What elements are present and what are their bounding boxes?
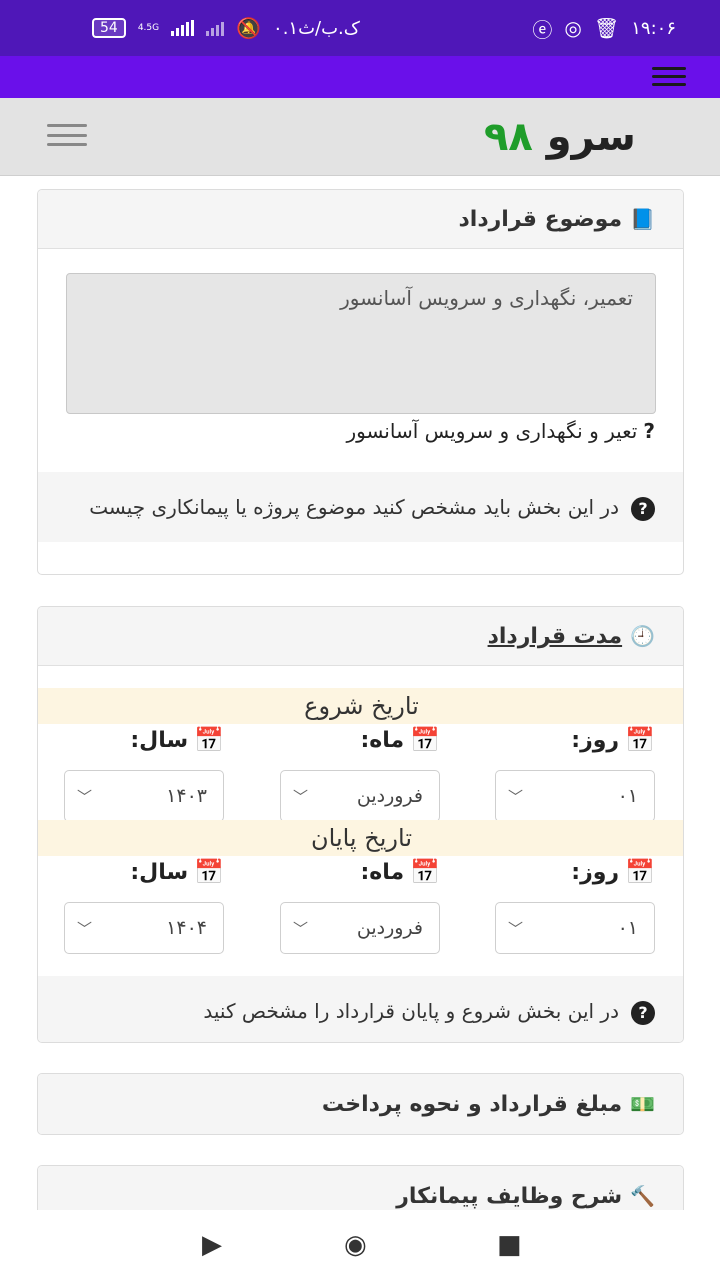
end-month-label: 📅 ماه: [360, 858, 440, 886]
signal-icon [206, 20, 225, 36]
chevron-down-icon: ﹀ [77, 787, 93, 806]
logo-number: ۹۸ [484, 114, 533, 160]
chevron-down-icon: ﹀ [77, 919, 93, 938]
calendar-x-icon: 📅 [194, 726, 224, 754]
hint-mark: ? [643, 419, 655, 443]
subject-hint: ?تعیر و نگهداری و سرویس آسانسور [346, 419, 655, 443]
chevron-down-icon: ﹀ [508, 919, 524, 938]
panel-title: شرح وظایف پیمانکار [396, 1183, 623, 1209]
end-day-label: 📅 روز: [571, 858, 655, 886]
contract-subject-panel: 📘 موضوع قرارداد تعمیر، نگهداری و سرویس آ… [37, 189, 684, 575]
calendar-check-icon: 📅 [410, 726, 440, 754]
status-right: ⓔ ◎ 🗑 ۱۹:۰۶ [532, 14, 676, 43]
end-year-label: 📅 سال: [130, 858, 224, 886]
data-speed: ۰.۱ک.ب/ث [273, 17, 360, 39]
money-bill-icon: 💵 [630, 1092, 655, 1116]
chevron-down-icon: ﹀ [293, 919, 309, 938]
battery-indicator: 54 [92, 18, 126, 38]
contractor-duties-panel[interactable]: 🔨 شرح وظایف پیمانکار [37, 1165, 684, 1210]
panel-header[interactable]: 🕘 مدت قرارداد [38, 607, 683, 666]
calendar-icon: 📅 [625, 858, 655, 886]
panel-body: تعمیر، نگهداری و سرویس آسانسور ?تعیر و ن… [38, 249, 683, 472]
recents-button[interactable]: ■ [497, 1230, 522, 1260]
panel-body: تاریخ شروع 📅 روز: 📅 ماه: 📅 سال: ۰۱ ﹀ فروردین… [38, 666, 683, 976]
calendar-x-icon: 📅 [194, 858, 224, 886]
end-date-band: تاریخ پایان [38, 820, 683, 856]
network-type: 4.5G [137, 22, 160, 33]
chevron-down-icon: ﹀ [293, 787, 309, 806]
app-icon: ⓔ [532, 17, 553, 42]
status-bar: 54 4.5G 🔕 ۰.۱ک.ب/ث ⓔ ◎ 🗑 ۱۹:۰۶ [0, 0, 720, 56]
end-day-select[interactable]: ۰۱ ﹀ [495, 902, 655, 954]
end-month-select[interactable]: فروردین ﹀ [280, 902, 440, 954]
question-circle-icon: ? [631, 1000, 655, 1025]
help-text: ? در این بخش شروع و پایان قرارداد را مشخص… [38, 976, 683, 1042]
book-icon: 📘 [630, 207, 655, 231]
hamburger-menu-icon[interactable] [47, 124, 87, 146]
bell-off-icon: 🔕 [236, 16, 262, 40]
hint-text: تعیر و نگهداری و سرویس آسانسور [346, 419, 638, 443]
contract-amount-panel[interactable]: 💵 مبلغ قرارداد و نحوه پرداخت [37, 1073, 684, 1135]
end-year-select[interactable]: ۱۴۰۴ ﹀ [64, 902, 224, 954]
signal-icon [171, 20, 195, 36]
clock-icon: 🕘 [630, 624, 655, 648]
panel-header: 📘 موضوع قرارداد [38, 190, 683, 249]
back-button[interactable]: ▶ [202, 1230, 222, 1260]
start-month-label: 📅 ماه: [360, 726, 440, 754]
help-message: در این بخش باید مشخص کنید موضوع پروژه یا… [89, 495, 619, 519]
logo-word: سرو [546, 114, 636, 160]
clock: ۱۹:۰۶ [631, 17, 676, 39]
calendar-check-icon: 📅 [410, 858, 440, 886]
android-nav-bar: ▶ ◉ ■ [0, 1210, 720, 1280]
gavel-icon: 🔨 [630, 1184, 655, 1208]
home-button[interactable]: ◉ [344, 1230, 367, 1260]
start-year-label: 📅 سال: [130, 726, 224, 754]
app-bar [0, 56, 720, 98]
site-header: سرو ۹۸ [0, 98, 720, 176]
panel-title: مدت قرارداد [487, 623, 623, 649]
help-text: ? در این بخش باید مشخص کنید موضوع پروژه ی… [38, 472, 683, 542]
help-message: در این بخش شروع و پایان قرارداد را مشخص … [203, 999, 619, 1023]
start-month-select[interactable]: فروردین ﹀ [280, 770, 440, 822]
status-left: 54 4.5G 🔕 ۰.۱ک.ب/ث [92, 16, 360, 40]
start-day-select[interactable]: ۰۱ ﹀ [495, 770, 655, 822]
panel-header[interactable]: 🔨 شرح وظایف پیمانکار [38, 1166, 683, 1210]
panel-title: مبلغ قرارداد و نحوه پرداخت [321, 1091, 623, 1117]
menu-icon[interactable] [652, 67, 686, 86]
start-date-band: تاریخ شروع [38, 688, 683, 724]
panel-title: موضوع قرارداد [458, 206, 623, 232]
site-logo[interactable]: سرو ۹۸ [478, 114, 636, 160]
contract-duration-panel: 🕘 مدت قرارداد تاریخ شروع 📅 روز: 📅 ماه: 📅 سا… [37, 606, 684, 1043]
panel-header[interactable]: 💵 مبلغ قرارداد و نحوه پرداخت [38, 1074, 683, 1134]
question-circle-icon: ? [631, 496, 655, 521]
page-content: 📘 موضوع قرارداد تعمیر، نگهداری و سرویس آ… [0, 176, 720, 1210]
chevron-down-icon: ﹀ [508, 787, 524, 806]
calendar-icon: 📅 [625, 726, 655, 754]
instagram-icon: ◎ [564, 16, 582, 40]
start-day-label: 📅 روز: [571, 726, 655, 754]
subject-textarea[interactable]: تعمیر، نگهداری و سرویس آسانسور [66, 273, 656, 414]
trash-icon: 🗑 [593, 16, 620, 40]
start-year-select[interactable]: ۱۴۰۳ ﹀ [64, 770, 224, 822]
